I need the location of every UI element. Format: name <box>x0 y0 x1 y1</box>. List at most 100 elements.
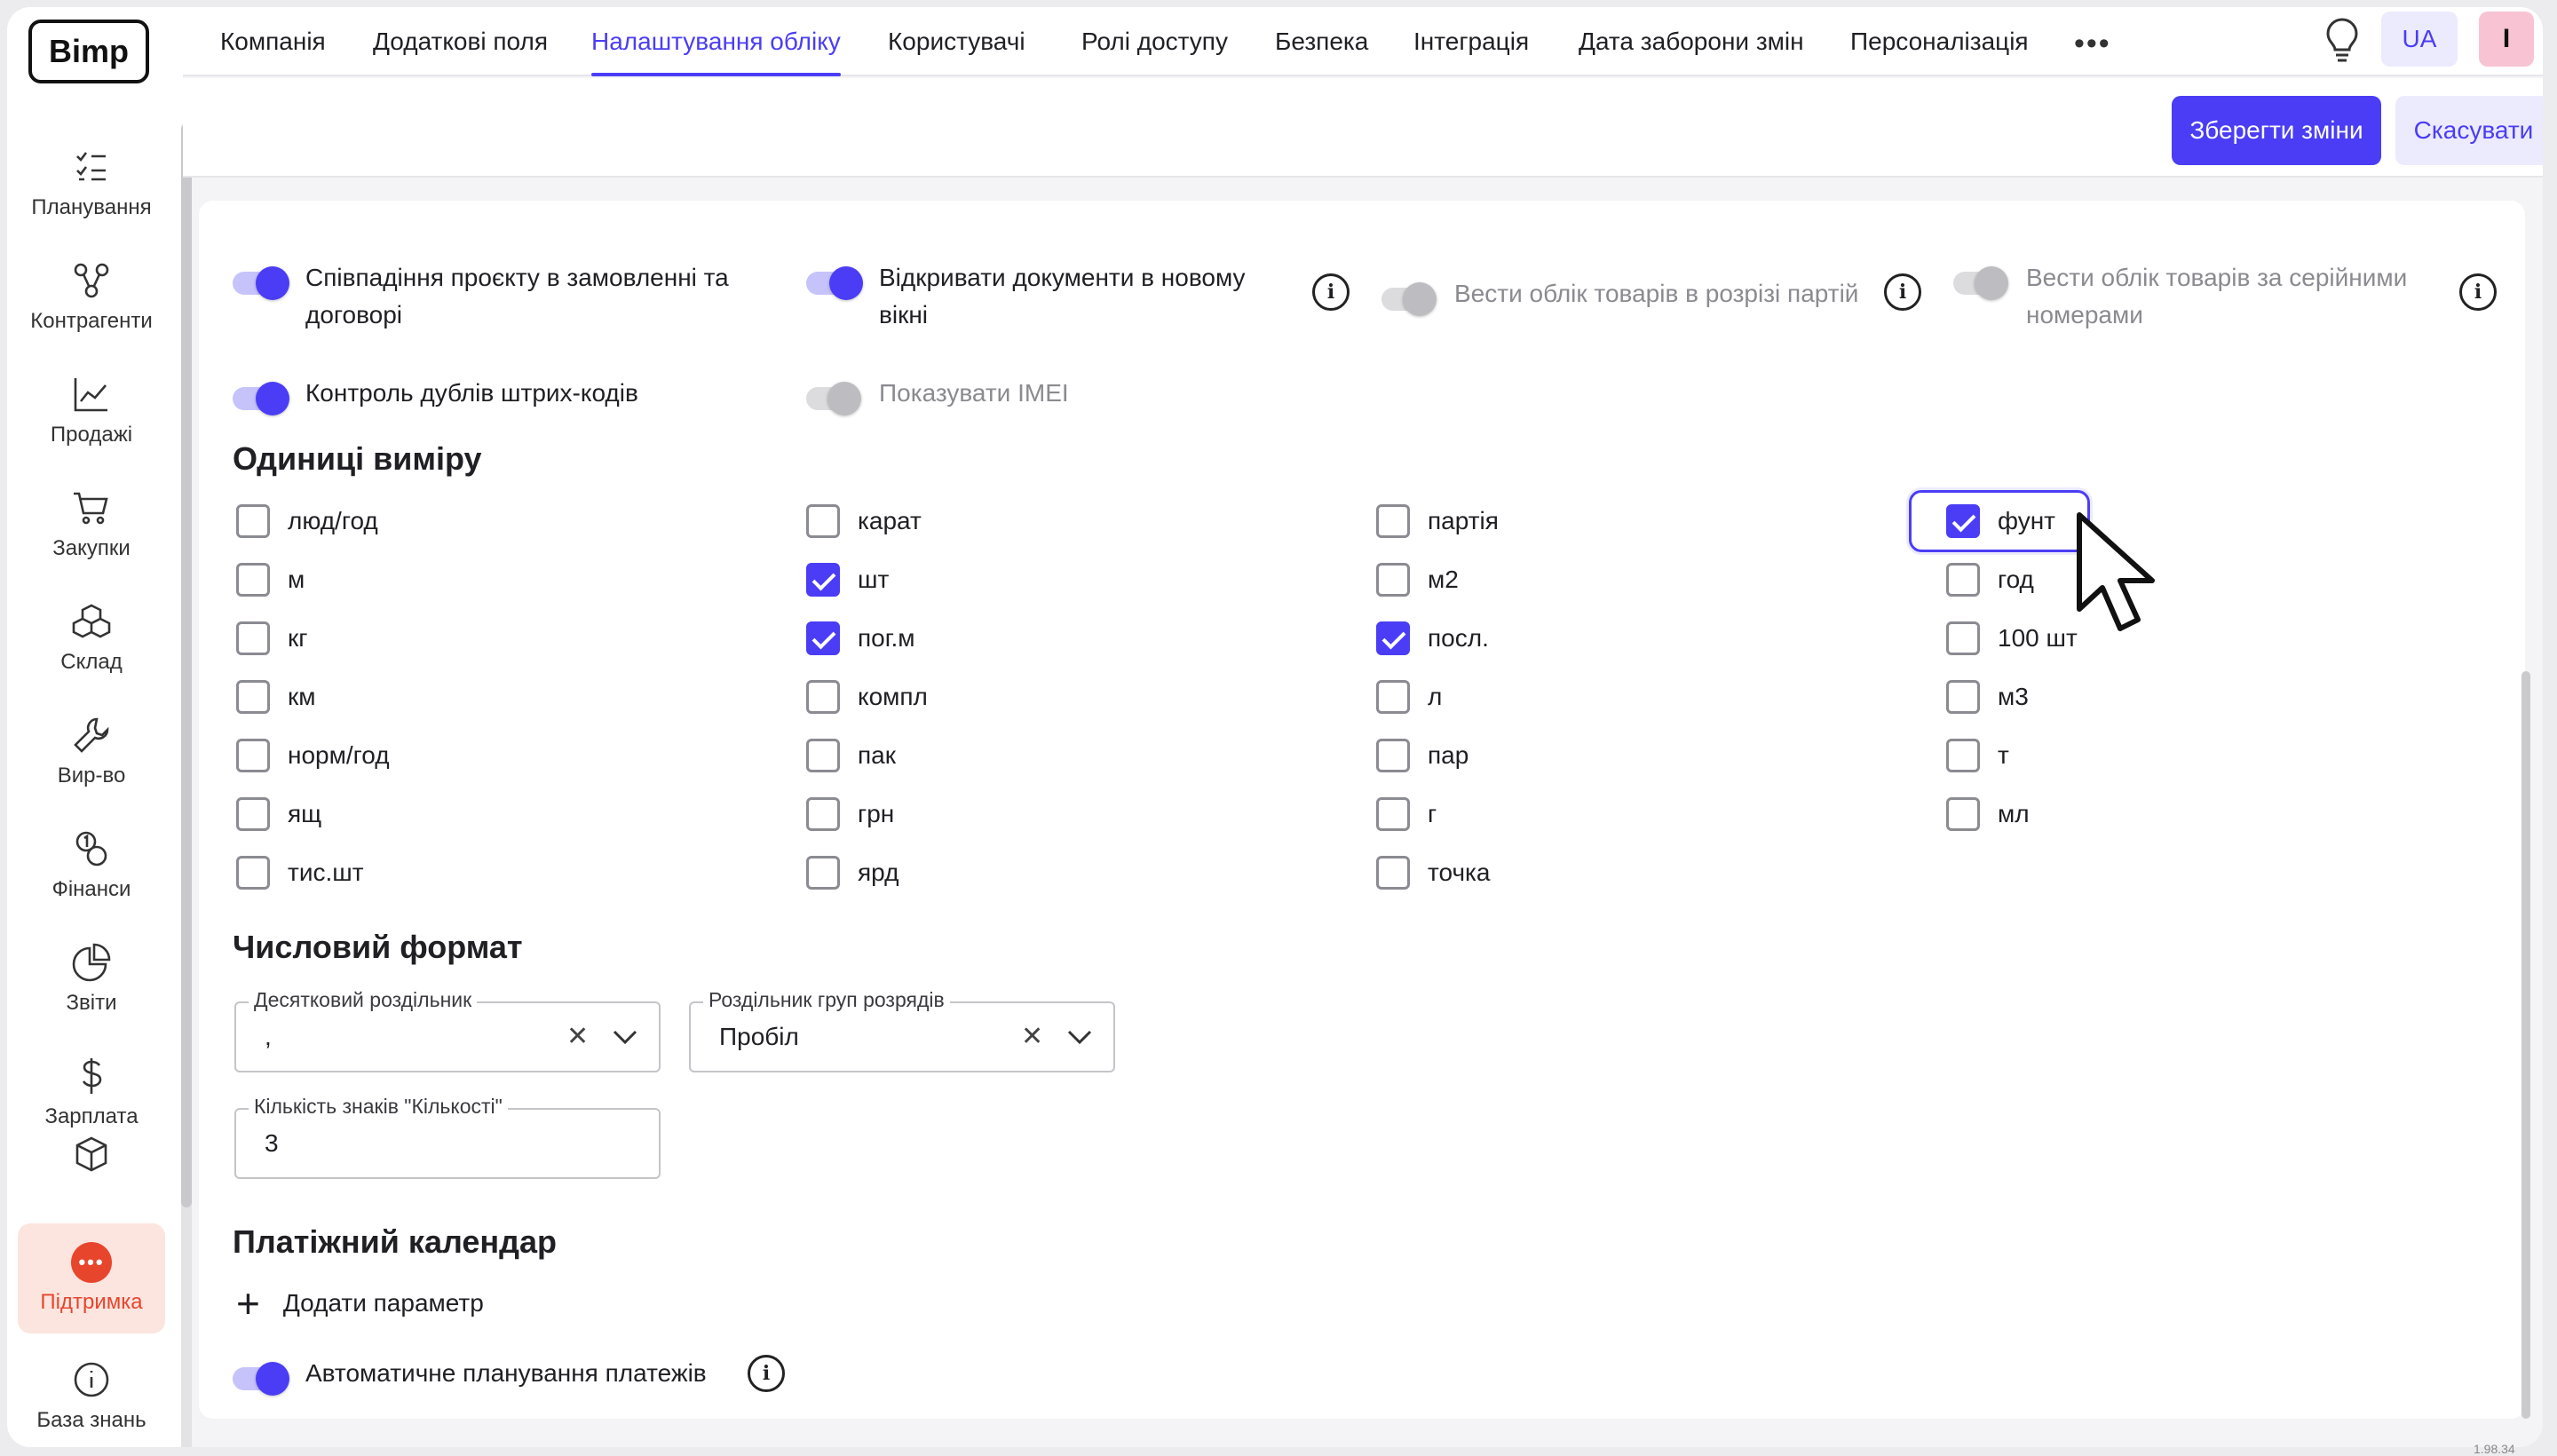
sidebar-item-reports[interactable]: Звіти <box>7 925 176 1032</box>
tab-users[interactable]: Користувачі <box>888 7 1025 76</box>
unit-checkbox[interactable]: карат <box>806 504 922 538</box>
clear-icon[interactable]: ✕ <box>1021 1021 1043 1052</box>
checkbox[interactable] <box>1376 680 1410 714</box>
checkbox[interactable] <box>236 563 270 597</box>
checkbox[interactable] <box>1376 739 1410 772</box>
unit-checkbox[interactable]: грн <box>806 797 894 831</box>
sidebar-item-finance[interactable]: Фінанси <box>7 811 176 918</box>
unit-checkbox[interactable]: ящ <box>236 797 321 831</box>
checkbox[interactable] <box>236 856 270 890</box>
checkbox[interactable] <box>1946 797 1980 831</box>
unit-checkbox[interactable]: люд/год <box>236 504 378 538</box>
toggle-batch-accounting[interactable]: Вести облік товарів в розрізі партій <box>1381 275 1879 316</box>
info-icon[interactable]: i <box>2459 273 2497 311</box>
decimal-separator-select[interactable]: Десятковий роздільник , ✕ <box>234 988 661 1072</box>
bimp-logo[interactable]: Bimp <box>28 20 149 83</box>
checkbox[interactable] <box>1376 504 1410 538</box>
sidebar-item-warehouse[interactable]: Склад <box>7 584 176 691</box>
toggle-open-new-window[interactable]: Відкривати документи в новому вікні <box>806 259 1286 334</box>
add-parameter-button[interactable]: + Додати параметр <box>236 1283 484 1324</box>
checkbox[interactable] <box>806 739 840 772</box>
support-button[interactable]: ••• Підтримка <box>18 1223 165 1333</box>
unit-checkbox[interactable]: г <box>1376 797 1437 831</box>
unit-checkbox[interactable]: ярд <box>806 856 899 890</box>
checkbox[interactable] <box>236 621 270 655</box>
cancel-button[interactable]: Скасувати <box>2395 96 2543 165</box>
tab-additional-fields[interactable]: Додаткові поля <box>373 7 548 76</box>
more-tabs-button[interactable]: ••• <box>2074 27 2118 60</box>
tab-accounting-settings[interactable]: Налаштування обліку <box>591 7 841 76</box>
unit-checkbox[interactable]: пак <box>806 739 896 772</box>
quantity-digits-input[interactable]: Кількість знаків "Кількості" 3 <box>234 1095 661 1179</box>
sidebar-item-purchases[interactable]: Закупки <box>7 471 176 577</box>
unit-checkbox[interactable]: партія <box>1376 504 1499 538</box>
unit-checkbox[interactable]: пог.м <box>806 621 915 655</box>
unit-checkbox[interactable]: т <box>1946 739 2009 772</box>
checkbox[interactable] <box>1946 680 1980 714</box>
avatar[interactable]: I <box>2479 12 2534 67</box>
toggle-switch[interactable] <box>233 1362 289 1396</box>
checkbox[interactable] <box>806 680 840 714</box>
tab-security[interactable]: Безпека <box>1275 7 1368 76</box>
unit-checkbox[interactable]: км <box>236 680 316 714</box>
unit-checkbox[interactable]: шт <box>806 563 889 597</box>
unit-checkbox[interactable]: м3 <box>1946 680 2029 714</box>
chevron-down-icon[interactable] <box>609 1021 641 1053</box>
sidebar-item-planning[interactable]: Планування <box>7 130 176 236</box>
unit-checkbox[interactable]: м <box>236 563 305 597</box>
unit-checkbox[interactable]: м2 <box>1376 563 1459 597</box>
lightbulb-icon[interactable] <box>2317 16 2367 66</box>
unit-checkbox[interactable]: посл. <box>1376 621 1489 655</box>
unit-checkbox[interactable]: норм/год <box>236 739 390 772</box>
sidebar-item-contractors[interactable]: Контрагенти <box>7 243 176 350</box>
checkbox-checked[interactable] <box>1376 621 1410 655</box>
toggle-project-match[interactable]: Співпадіння проєкту в замовленні та дого… <box>233 259 765 334</box>
unit-checkbox[interactable]: кг <box>236 621 307 655</box>
chevron-down-icon[interactable] <box>1064 1021 1096 1053</box>
sidebar-item-knowledge-base[interactable]: База знань <box>7 1344 176 1447</box>
save-button[interactable]: Зберегти зміни <box>2172 96 2381 165</box>
sidebar-item-products[interactable] <box>7 1128 176 1199</box>
sidebar-scroll-thumb[interactable] <box>181 124 192 1207</box>
info-icon[interactable]: i <box>1884 273 1921 311</box>
toggle-switch[interactable] <box>233 382 289 415</box>
tab-access-roles[interactable]: Ролі доступу <box>1081 7 1228 76</box>
language-switch[interactable]: UA <box>2381 12 2458 67</box>
checkbox[interactable] <box>1946 621 1980 655</box>
toggle-switch[interactable] <box>806 382 863 415</box>
tab-company[interactable]: Компанія <box>220 7 326 76</box>
toggle-serial-numbers[interactable]: Вести облік товарів за серійними номерам… <box>1953 259 2450 334</box>
checkbox[interactable] <box>1376 856 1410 890</box>
tab-personalization[interactable]: Персоналізація <box>1850 7 2029 76</box>
info-icon[interactable]: i <box>1312 273 1350 311</box>
tab-change-lock-date[interactable]: Дата заборони змін <box>1579 7 1804 76</box>
checkbox-checked[interactable] <box>806 563 840 597</box>
toggle-switch[interactable] <box>806 266 863 300</box>
sidebar-item-production[interactable]: Вир-во <box>7 698 176 804</box>
checkbox[interactable] <box>236 680 270 714</box>
info-icon[interactable]: i <box>748 1355 785 1392</box>
checkbox[interactable] <box>236 504 270 538</box>
unit-checkbox[interactable]: пар <box>1376 739 1468 772</box>
unit-checkbox[interactable]: компл <box>806 680 928 714</box>
unit-checkbox[interactable]: мл <box>1946 797 2030 831</box>
unit-checkbox[interactable]: год <box>1946 563 2034 597</box>
tab-integration[interactable]: Інтеграція <box>1413 7 1529 76</box>
checkbox[interactable] <box>1946 563 1980 597</box>
checkbox-checked[interactable] <box>806 621 840 655</box>
checkbox[interactable] <box>806 504 840 538</box>
sidebar-item-sales[interactable]: Продажі <box>7 357 176 463</box>
toggle-switch[interactable] <box>1953 266 2010 300</box>
checkbox-checked[interactable] <box>1946 504 1980 538</box>
group-separator-select[interactable]: Роздільник груп розрядів Пробіл ✕ <box>689 988 1115 1072</box>
checkbox[interactable] <box>1946 739 1980 772</box>
checkbox[interactable] <box>806 856 840 890</box>
toggle-auto-planning[interactable]: Автоматичне планування платежів <box>233 1355 707 1396</box>
toggle-switch[interactable] <box>233 266 289 300</box>
toggle-show-imei[interactable]: Показувати IMEI <box>806 375 1069 415</box>
toggle-barcode-duplicates[interactable]: Контроль дублів штрих-кодів <box>233 375 638 415</box>
unit-checkbox[interactable]: 100 шт <box>1946 621 2078 655</box>
unit-checkbox[interactable]: л <box>1376 680 1442 714</box>
checkbox[interactable] <box>236 739 270 772</box>
unit-checkbox[interactable]: фунт <box>1946 504 2055 538</box>
